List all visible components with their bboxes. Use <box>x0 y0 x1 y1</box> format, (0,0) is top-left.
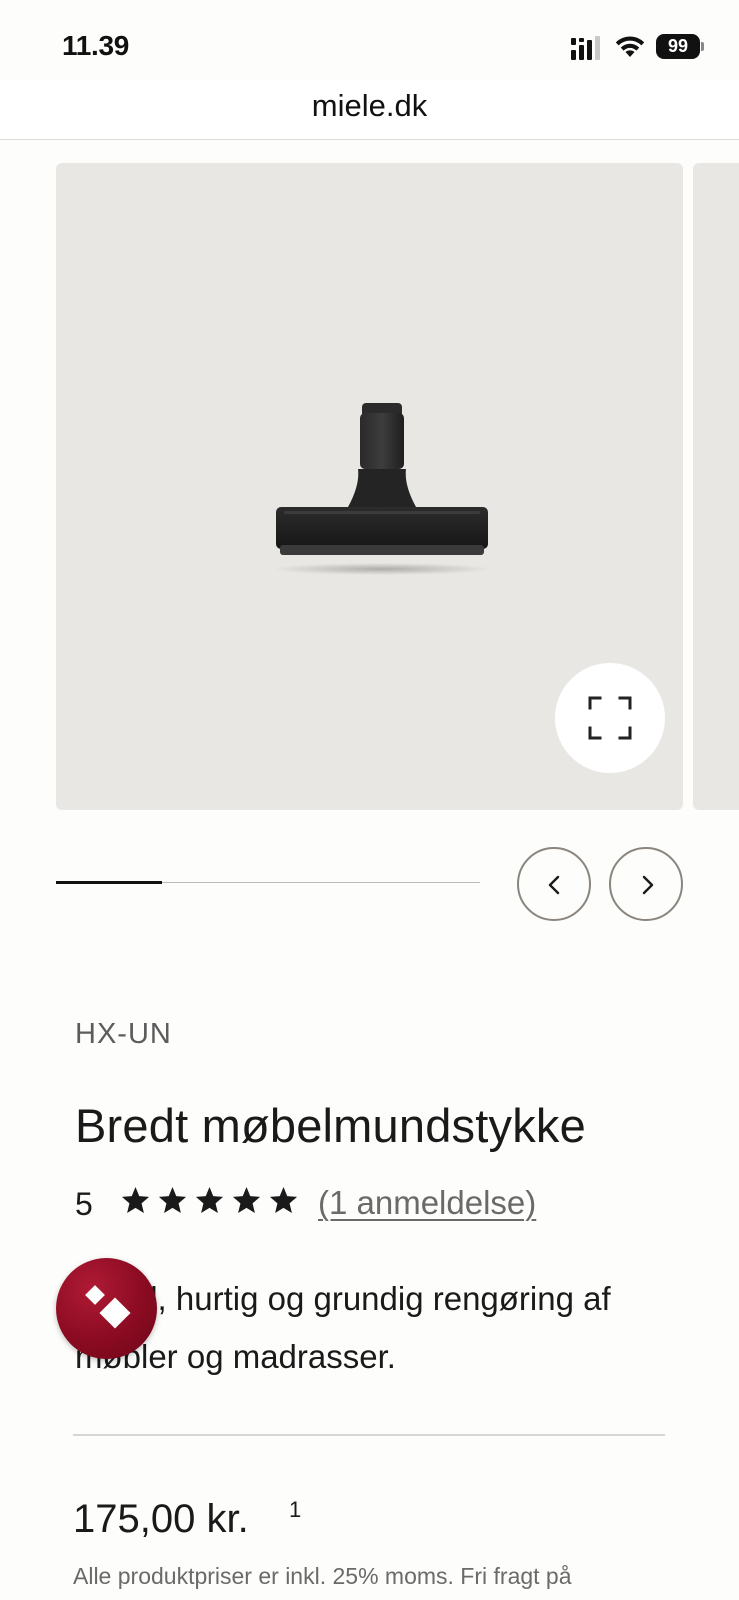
section-divider <box>73 1434 665 1436</box>
star-icon <box>269 1186 298 1214</box>
vat-note: Alle produktpriser er inkl. 25% moms. Fr… <box>73 1563 572 1589</box>
product-title: Bredt møbelmundstykke <box>75 1099 586 1152</box>
product-illustration <box>272 403 492 575</box>
status-time: 11.39 <box>62 30 130 61</box>
chevron-right-icon <box>642 875 654 895</box>
diamond-logo-icon <box>85 1285 131 1329</box>
rating-stars <box>120 1185 299 1216</box>
chevron-left-icon <box>548 875 560 895</box>
product-description: Enkel, hurtig og grundig rengøring af mø… <box>75 1280 611 1375</box>
carousel-progress <box>56 881 480 884</box>
star-icon <box>232 1186 261 1214</box>
signal-icon <box>571 36 600 60</box>
battery-level: 99 <box>667 36 689 56</box>
carousel-prev-button[interactable] <box>517 847 591 921</box>
star-icon <box>195 1186 224 1214</box>
url-text: miele.dk <box>311 88 428 123</box>
star-icon <box>121 1186 150 1214</box>
fullscreen-button[interactable] <box>555 663 665 773</box>
product-price: 175,00 kr. <box>73 1497 249 1541</box>
fullscreen-icon <box>588 696 632 740</box>
status-bar: 11.39 99 <box>0 0 739 90</box>
product-image[interactable] <box>56 163 683 810</box>
rating-value: 5 <box>75 1186 93 1222</box>
product-sku: HX-UN <box>75 1018 172 1050</box>
battery-icon: 99 <box>656 34 704 59</box>
next-product-image-peek[interactable] <box>693 163 739 810</box>
price-footnote-marker[interactable]: 1 <box>289 1497 301 1523</box>
carousel-next-button[interactable] <box>609 847 683 921</box>
wifi-icon <box>615 36 645 57</box>
carousel-progress-fill <box>56 881 162 884</box>
floating-widget-button[interactable] <box>56 1258 157 1359</box>
rating-row: 5 (1 anmeldelse) <box>75 1183 675 1227</box>
reviews-link[interactable]: (1 anmeldelse) <box>318 1184 536 1222</box>
browser-url-bar[interactable]: miele.dk <box>0 80 739 140</box>
star-icon <box>158 1186 187 1214</box>
